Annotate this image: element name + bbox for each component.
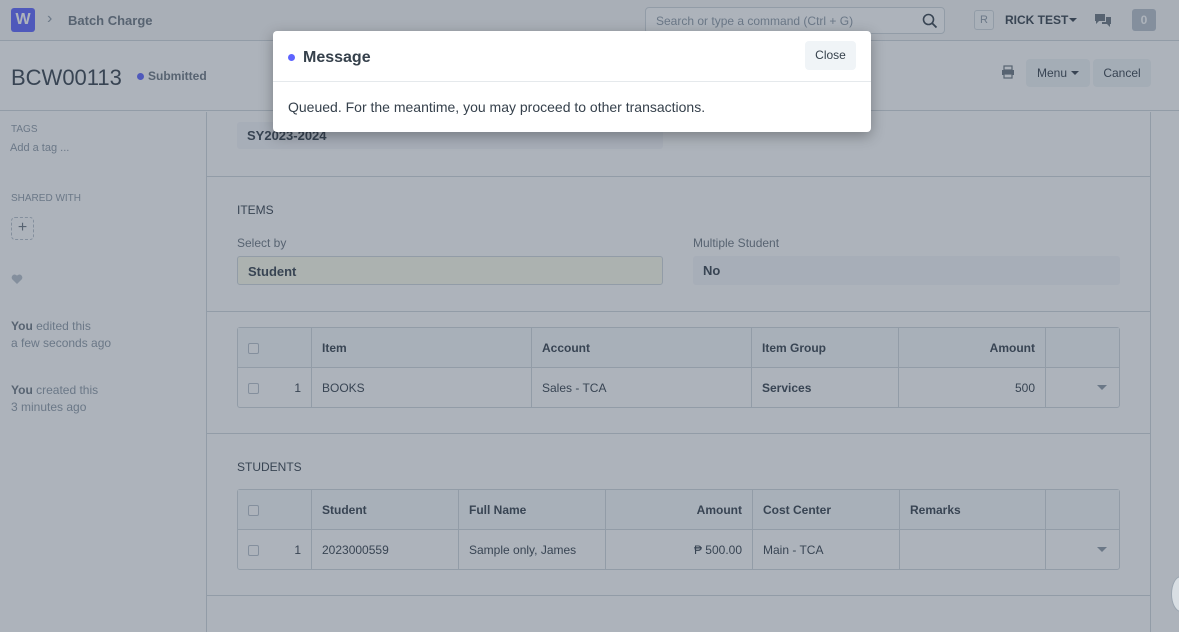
dialog-divider — [273, 81, 871, 82]
dialog-message: Queued. For the meantime, you may procee… — [288, 99, 706, 115]
close-button[interactable]: Close — [805, 41, 856, 70]
indicator-dot-icon — [288, 54, 295, 61]
message-dialog: Message Close Queued. For the meantime, … — [273, 31, 871, 132]
dialog-title: Message — [303, 49, 371, 66]
